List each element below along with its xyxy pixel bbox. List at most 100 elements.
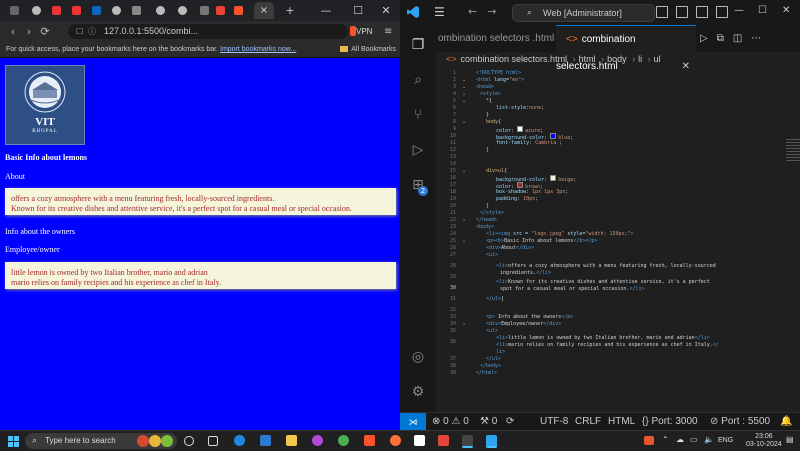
tray-app-icon[interactable]	[644, 436, 654, 445]
notification-center-icon[interactable]: ▤	[786, 435, 794, 444]
task-view-icon[interactable]	[208, 436, 218, 446]
vscode-taskbar-icon[interactable]	[486, 435, 497, 448]
split-editor-icon[interactable]: ◫	[733, 33, 751, 44]
office-icon[interactable]	[414, 435, 425, 446]
breadcrumb-li[interactable]: li	[638, 54, 642, 64]
tab-favicon-8[interactable]	[176, 3, 190, 19]
tab-brave[interactable]	[232, 3, 246, 19]
app-icon[interactable]	[312, 435, 323, 446]
firefox-icon[interactable]	[390, 435, 401, 446]
app-icon-2[interactable]	[438, 435, 449, 446]
chevron-down-icon[interactable]: ⌄	[462, 91, 466, 97]
language-status[interactable]: HTML	[608, 413, 635, 430]
chevron-down-icon[interactable]: ⌄	[462, 119, 466, 125]
command-center[interactable]: ⌕ Web [Administrator]	[512, 4, 655, 22]
tab-active[interactable]: <> combination selectors.html ✕	[556, 25, 696, 72]
url-input[interactable]: ☐ ⓘ 127.0.0.1:5500/combi...	[68, 24, 348, 39]
clock[interactable]: 23:06 03-10-2024	[746, 433, 782, 449]
tab-favicon-5[interactable]	[110, 3, 124, 19]
run-debug-icon[interactable]: ▷	[410, 142, 426, 158]
tab-gmail[interactable]	[214, 3, 228, 19]
go-live-status[interactable]: ⊘ Port : 5500	[710, 413, 770, 430]
toggle-sidebar-icon[interactable]	[676, 6, 688, 18]
settings-gear-icon[interactable]: ⚙	[410, 384, 426, 400]
chevron-down-icon[interactable]: ⌄	[462, 321, 466, 327]
close-icon[interactable]: ✕	[372, 0, 400, 21]
chevron-down-icon[interactable]: ⌄	[462, 77, 466, 83]
tab-inactive[interactable]: ombination selectors .html	[436, 25, 554, 52]
breadcrumb-file[interactable]: combination selectors.html	[461, 54, 568, 64]
tab-favicon-7[interactable]	[154, 3, 168, 19]
minimap[interactable]	[786, 137, 800, 167]
sync-icon[interactable]: ⟳	[506, 413, 514, 430]
encoding-status[interactable]: UTF-8	[540, 413, 568, 430]
chevron-down-icon[interactable]: ⌄	[462, 168, 466, 174]
menu-icon[interactable]: ☰	[434, 5, 445, 19]
breadcrumb-body[interactable]: body	[607, 54, 627, 64]
all-bookmarks-button[interactable]: All Bookmarks	[340, 42, 396, 57]
compare-icon[interactable]: ⧉	[717, 33, 733, 44]
edge-icon[interactable]	[234, 435, 245, 446]
battery-icon[interactable]: ▭	[690, 435, 698, 444]
chevron-down-icon[interactable]: ⌄	[462, 217, 466, 223]
chevron-up-icon[interactable]: ⌃	[662, 435, 669, 444]
explorer-icon[interactable]: ❐	[410, 37, 426, 53]
volume-icon[interactable]: 🔈	[704, 435, 714, 444]
back-arrow-icon[interactable]: ←	[468, 5, 487, 18]
bookmark-icon[interactable]: ☐	[76, 24, 83, 39]
file-explorer-icon[interactable]	[286, 435, 297, 446]
layout-icon[interactable]	[656, 6, 668, 18]
eol-status[interactable]: CRLF	[575, 413, 601, 430]
remote-icon[interactable]: ⋊	[400, 413, 426, 430]
maximize-icon[interactable]: ☐	[758, 5, 767, 16]
tab-youtube[interactable]	[50, 3, 64, 19]
reload-icon[interactable]: ⟳	[38, 21, 52, 42]
account-icon[interactable]: ◎	[410, 349, 426, 365]
chevron-down-icon[interactable]: ⌄	[462, 98, 466, 104]
toggle-secondary-icon[interactable]	[716, 6, 728, 18]
info-status[interactable]: ⚒ 0	[480, 413, 497, 430]
tab-favicon-6[interactable]	[130, 3, 144, 19]
language-indicator[interactable]: ENG	[718, 437, 733, 444]
chrome-icon[interactable]	[338, 435, 349, 446]
browser-menu-icon[interactable]	[8, 3, 22, 19]
forward-arrow-icon[interactable]: →	[487, 5, 506, 18]
toggle-panel-icon[interactable]	[696, 6, 708, 18]
problems-status[interactable]: ⊗ 0 ⚠ 0	[432, 413, 469, 430]
run-icon[interactable]: ▷	[700, 33, 717, 44]
chevron-down-icon[interactable]: ⌄	[462, 238, 466, 244]
taskbar-search-text: Type here to search	[45, 436, 116, 445]
mail-icon[interactable]	[260, 435, 271, 446]
tab-linkedin[interactable]	[90, 3, 104, 19]
audio-app-icon[interactable]	[462, 435, 473, 448]
taskbar-search[interactable]: ⌕ Type here to search	[25, 433, 177, 449]
tab-favicon-9[interactable]	[198, 3, 212, 19]
minimize-icon[interactable]: —	[734, 5, 744, 16]
breadcrumb-ul[interactable]: ul	[654, 54, 661, 64]
tab-youtube-2[interactable]	[70, 3, 84, 19]
site-info-icon[interactable]: ⓘ	[88, 24, 96, 39]
cloud-icon[interactable]: ☁	[676, 435, 684, 444]
minimize-icon[interactable]: —	[312, 0, 340, 21]
port-3000-status[interactable]: {} Port: 3000	[642, 413, 698, 430]
browser-menu-button[interactable]: ≡	[384, 21, 392, 42]
search-icon[interactable]: ⌕	[410, 72, 426, 88]
close-icon[interactable]: ✕	[782, 5, 790, 16]
maximize-icon[interactable]: ☐	[344, 0, 372, 21]
code-editor[interactable]: 1 2 3 4 5 6 7 8 9 10 11 12 13 14 15 16 1…	[436, 67, 800, 412]
close-tab-icon[interactable]: ×	[254, 2, 274, 19]
chevron-down-icon[interactable]: ⌄	[462, 84, 466, 90]
import-bookmarks-link[interactable]: Import bookmarks now...	[220, 46, 296, 53]
more-actions-icon[interactable]: ⋯	[751, 33, 770, 44]
brave-icon[interactable]	[364, 435, 375, 446]
source-control-icon[interactable]: ⑂	[410, 107, 426, 123]
tab-favicon-1[interactable]	[30, 3, 44, 19]
back-icon[interactable]: ‹	[6, 21, 20, 42]
forward-icon[interactable]: ›	[22, 21, 36, 42]
cortana-icon[interactable]	[184, 436, 194, 446]
windows-start-icon[interactable]	[8, 436, 19, 447]
new-tab-icon[interactable]: +	[276, 0, 304, 21]
vpn-button[interactable]: VPN	[356, 24, 372, 39]
notifications-icon[interactable]: 🔔	[780, 413, 792, 430]
breadcrumb-html[interactable]: html	[579, 54, 596, 64]
